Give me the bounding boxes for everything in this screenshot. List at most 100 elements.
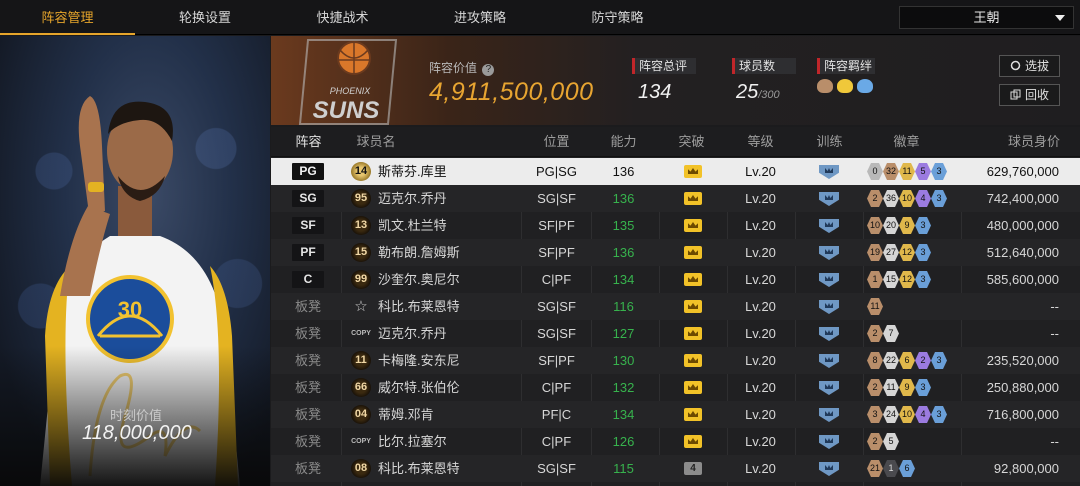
player-name[interactable]: 比尔.拉塞尔 (378, 428, 447, 455)
tab-lineup-management[interactable]: 阵容管理 (0, 0, 135, 35)
player-rating: 115 (613, 461, 634, 476)
table-row[interactable]: 板凳 COPY 迈克尔.乔丹 SG|SF 127 Lv.20 2 7 -- (271, 320, 1080, 347)
tab-offense-strategy[interactable]: 进攻策略 (410, 0, 550, 35)
tab-defense-strategy[interactable]: 防守策略 (550, 0, 685, 35)
jersey-number-icon: 99 (351, 270, 371, 289)
chemistry-bronze-icon (817, 79, 833, 93)
player-name[interactable]: 迈克尔.乔丹 (378, 320, 447, 347)
table-row[interactable]: 板凳 COPY 比尔.拉塞尔 C|PF 126 Lv.20 2 5 -- (271, 428, 1080, 455)
badge-hex-icon: 32 (883, 163, 899, 180)
col-rating[interactable]: 能力 (601, 127, 646, 157)
table-row[interactable]: C 99 沙奎尔.奥尼尔 C|PF 134 Lv.20 1 15 12 3 585,600,000 (271, 266, 1080, 293)
col-training[interactable]: 训练 (807, 127, 852, 157)
player-name[interactable]: 凯文.杜兰特 (378, 212, 447, 239)
slot-bench-label: 板凳 (294, 434, 321, 449)
player-rating: 116 (613, 299, 634, 314)
badge-list[interactable]: 8 22 6 2 3 (867, 352, 947, 369)
player-value: 742,400,000 (986, 191, 1059, 206)
player-name[interactable]: 卡梅隆.安东尼 (378, 347, 460, 374)
training-crown-icon[interactable] (819, 273, 839, 287)
badge-list[interactable]: 10 20 9 3 (867, 217, 931, 234)
training-crown-icon[interactable] (819, 219, 839, 233)
chemistry-icons[interactable] (817, 79, 875, 96)
team-select-dropdown[interactable]: 王朝 (899, 6, 1074, 29)
col-slot[interactable]: 阵容 (286, 127, 331, 157)
badge-hex-icon: 24 (883, 406, 899, 423)
col-level[interactable]: 等级 (738, 127, 783, 157)
badge-list[interactable]: 19 27 12 3 (867, 244, 931, 261)
badge-hex-icon: 2 (867, 190, 883, 207)
help-icon[interactable]: ? (482, 64, 495, 76)
player-level: Lv.20 (745, 407, 776, 422)
badge-hex-icon: 2 (915, 352, 931, 369)
badge-hex-icon: 11 (899, 163, 915, 180)
player-name[interactable]: 斯蒂芬.库里 (378, 158, 447, 185)
player-name[interactable]: 科比.布莱恩特 (378, 455, 460, 482)
player-rating: 126 (612, 434, 635, 449)
training-crown-icon[interactable] (819, 246, 839, 260)
training-crown-icon[interactable] (819, 408, 839, 422)
tab-rotation-settings[interactable]: 轮换设置 (135, 0, 275, 35)
table-row[interactable]: 板凳 04 蒂姆.邓肯 PF|C 134 Lv.20 3 24 10 4 3 716,800,000 (271, 401, 1080, 428)
table-row[interactable]: PF 15 勒布朗.詹姆斯 SF|PF 136 Lv.20 19 27 12 3 512,640,0… (271, 239, 1080, 266)
player-level: Lv.20 (745, 245, 776, 260)
badge-list[interactable]: 3 24 10 4 3 (867, 406, 947, 423)
svg-text:SUNS: SUNS (313, 97, 380, 124)
tab-quick-tactics[interactable]: 快捷战术 (275, 0, 410, 35)
player-position: SF|PF (538, 218, 575, 233)
badge-list[interactable]: 0 32 11 5 3 (867, 163, 947, 180)
badge-hex-icon: 12 (899, 244, 915, 261)
col-breakthrough[interactable]: 突破 (669, 127, 714, 157)
table-row[interactable]: SF 13 凯文.杜兰特 SF|PF 135 Lv.20 10 20 9 3 480,000,000 (271, 212, 1080, 239)
training-crown-icon[interactable] (819, 165, 839, 179)
col-badges[interactable]: 徽章 (884, 127, 929, 157)
badge-list[interactable]: 2 11 9 3 (867, 379, 931, 396)
badge-list[interactable]: 21 1 6 (867, 460, 915, 477)
table-row[interactable]: PG 14 斯蒂芬.库里 PG|SG 136 Lv.20 0 32 11 5 3 629,760,00… (271, 158, 1080, 185)
col-player-name[interactable]: 球员名 (351, 127, 401, 157)
training-crown-icon[interactable] (819, 300, 839, 314)
badge-list[interactable]: 11 (867, 298, 883, 315)
col-position[interactable]: 位置 (529, 127, 584, 157)
player-name[interactable]: 威尔特.张伯伦 (378, 374, 460, 401)
player-name[interactable]: 沙奎尔.奥尼尔 (378, 266, 460, 293)
recycle-button[interactable]: 回收 (999, 84, 1060, 106)
badge-hex-icon: 6 (899, 352, 915, 369)
crown-icon (684, 381, 702, 394)
training-crown-icon[interactable] (819, 327, 839, 341)
svg-text:PHOENIX: PHOENIX (330, 86, 372, 96)
badge-list[interactable]: 2 36 10 4 3 (867, 190, 947, 207)
slot-position-badge: PG (292, 163, 324, 180)
table-row[interactable]: SG 95 迈克尔.乔丹 SG|SF 136 Lv.20 2 36 10 4 3 742,400,00… (271, 185, 1080, 212)
training-crown-icon[interactable] (819, 462, 839, 476)
player-level: Lv.20 (745, 164, 776, 179)
training-crown-icon[interactable] (819, 435, 839, 449)
table-row[interactable]: 板凳 11 卡梅隆.安东尼 SF|PF 130 Lv.20 8 22 6 2 3 235,520,00… (271, 347, 1080, 374)
badge-list[interactable]: 1 15 12 3 (867, 271, 931, 288)
player-value: 716,800,000 (986, 407, 1059, 422)
pick-button[interactable]: 选拔 (999, 55, 1060, 77)
col-player-value[interactable]: 球员身价 (999, 127, 1069, 157)
badge-hex-icon: 3 (931, 163, 947, 180)
training-crown-icon[interactable] (819, 192, 839, 206)
badge-list[interactable]: 27 (867, 325, 899, 342)
player-value: 480,000,000 (986, 218, 1059, 233)
player-name[interactable]: 科比.布莱恩特 (378, 293, 460, 320)
jersey-number: 30 (118, 297, 142, 322)
badge-hex-icon: 7 (883, 325, 899, 342)
overall-label: 阵容总评 (632, 58, 696, 74)
player-value: -- (1050, 299, 1059, 314)
badge-hex-icon: 4 (915, 190, 931, 207)
player-name[interactable]: 迈克尔.乔丹 (378, 185, 447, 212)
featured-player-card[interactable]: 30 时刻价值 118,000,000 (0, 36, 270, 486)
table-row[interactable]: 板凳 ☆ 科比.布莱恩特 SG|SF 116 Lv.20 11 -- (271, 293, 1080, 320)
player-position: C|PF (541, 434, 572, 449)
training-crown-icon[interactable] (819, 381, 839, 395)
badge-list[interactable]: 25 (867, 433, 899, 450)
player-name[interactable]: 勒布朗.詹姆斯 (378, 239, 460, 266)
chemistry-stat: 阵容羁绊 (817, 58, 875, 96)
player-name[interactable]: 蒂姆.邓肯 (378, 401, 434, 428)
table-row[interactable]: 板凳 08 科比.布莱恩特 SG|SF 115 4 Lv.20 21 1 6 92,800,000 (271, 455, 1080, 482)
training-crown-icon[interactable] (819, 354, 839, 368)
table-row[interactable]: 板凳 66 威尔特.张伯伦 C|PF 132 Lv.20 2 11 9 3 250,880,000 (271, 374, 1080, 401)
